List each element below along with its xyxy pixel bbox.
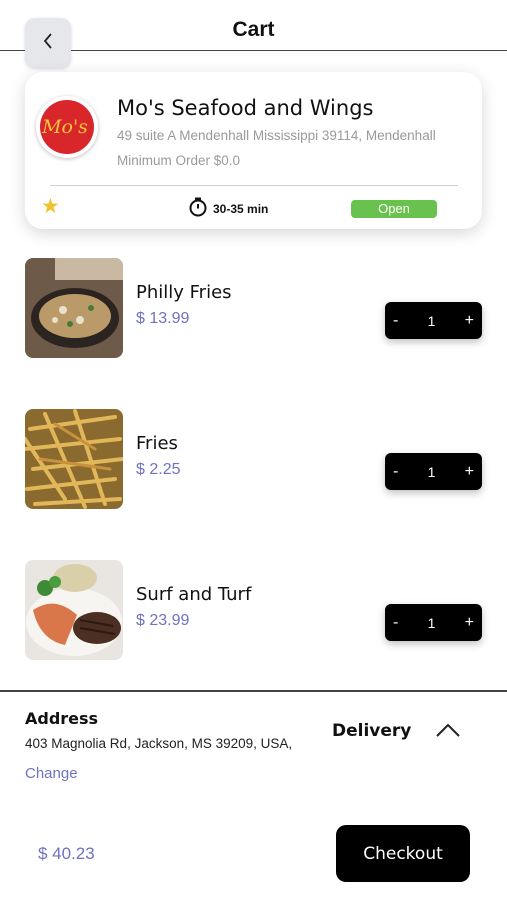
status-badge: Open <box>351 200 437 218</box>
delivery-mode-label: Delivery <box>332 721 412 741</box>
item-name: Philly Fries <box>136 282 232 303</box>
decrement-button[interactable]: - <box>393 463 398 481</box>
star-icon: ★ <box>41 195 60 218</box>
back-button[interactable] <box>25 18 71 68</box>
restaurant-name: Mo's Seafood and Wings <box>117 96 374 120</box>
restaurant-logo: Mo's <box>36 96 98 158</box>
back-chevron-icon <box>41 32 55 55</box>
increment-button[interactable]: + <box>465 312 474 330</box>
page-title: Cart <box>232 18 275 41</box>
order-total: $ 40.23 <box>38 844 95 863</box>
change-address-link[interactable]: Change <box>25 765 78 782</box>
bottom-divider <box>0 690 507 692</box>
address-label: Address <box>25 709 99 728</box>
restaurant-address: 49 suite A Mendenhall Mississippi 39114,… <box>117 128 436 143</box>
checkout-button[interactable]: Checkout <box>336 825 470 882</box>
item-image-philly-fries <box>25 258 123 358</box>
svg-text:Mo's: Mo's <box>41 116 88 138</box>
item-image-fries <box>25 409 123 509</box>
card-divider <box>50 185 458 186</box>
address-value: 403 Magnolia Rd, Jackson, MS 39209, USA, <box>25 736 293 751</box>
quantity-stepper: - 1 + <box>385 604 482 641</box>
increment-button[interactable]: + <box>465 463 474 481</box>
chevron-up-icon[interactable] <box>435 720 461 745</box>
quantity-stepper: - 1 + <box>385 302 482 339</box>
decrement-button[interactable]: - <box>393 614 398 632</box>
increment-button[interactable]: + <box>465 614 474 632</box>
item-price: $ 2.25 <box>136 461 181 478</box>
quantity-value: 1 <box>427 463 436 480</box>
top-bar: Cart <box>0 0 507 68</box>
stopwatch-icon <box>188 197 208 220</box>
minimum-order: Minimum Order $0.0 <box>117 153 241 168</box>
item-name: Fries <box>136 433 178 454</box>
quantity-value: 1 <box>427 614 436 631</box>
delivery-time-text: 30-35 min <box>213 201 269 216</box>
quantity-value: 1 <box>427 312 436 329</box>
cart-item: Fries $ 2.25 - 1 + <box>0 409 507 511</box>
item-price: $ 13.99 <box>136 310 190 327</box>
cart-item: Philly Fries $ 13.99 - 1 + <box>0 258 507 360</box>
restaurant-card: Mo's Mo's Seafood and Wings 49 suite A M… <box>25 72 482 229</box>
item-name: Surf and Turf <box>136 584 252 605</box>
cart-item: Surf and Turf $ 23.99 - 1 + <box>0 560 507 662</box>
quantity-stepper: - 1 + <box>385 453 482 490</box>
item-image-surf-and-turf <box>25 560 123 660</box>
item-price: $ 23.99 <box>136 612 190 629</box>
delivery-time: 30-35 min <box>188 197 268 220</box>
decrement-button[interactable]: - <box>393 312 398 330</box>
